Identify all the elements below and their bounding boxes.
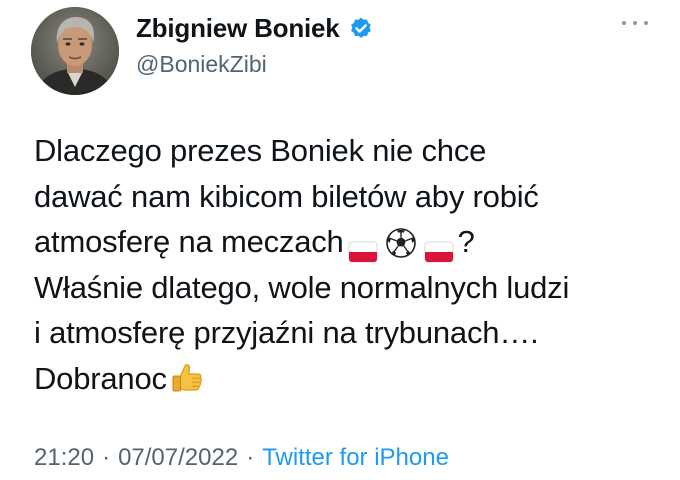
- tweet-line-text: i atmosferę przyjaźni na trybunach….: [34, 315, 539, 350]
- tweet-line-text: dawać nam kibicom biletów aby robić: [34, 178, 539, 214]
- author-name-row[interactable]: Zbigniew Boniek: [136, 13, 374, 44]
- verified-badge-icon: [348, 16, 374, 42]
- tweet-time[interactable]: 21:20: [34, 444, 94, 472]
- tweet-line-text: Dobranoc: [34, 360, 167, 396]
- meta-separator: ·: [102, 444, 111, 471]
- tweet-meta: 21:20 · 07/07/2022 · Twitter for iPhone: [34, 444, 449, 472]
- more-dot: [622, 21, 626, 25]
- poland-flag-emoji: [348, 231, 378, 263]
- tweet-line-text: Właśnie dlatego, wole normalnych ludzi: [34, 269, 570, 305]
- tweet-line: Dlaczego prezes Boniek nie chce: [34, 128, 674, 174]
- meta-separator: ·: [246, 444, 255, 471]
- tweet-line: dawać nam kibicom biletów aby robić: [34, 174, 674, 220]
- tweet-source-link[interactable]: Twitter for iPhone: [262, 444, 449, 472]
- tweet-line: Dobranoc: [34, 356, 674, 402]
- tweet-line: atmosferę na meczach ?: [34, 219, 674, 265]
- tweet-line-text: ?: [457, 224, 475, 259]
- tweet-text: Dlaczego prezes Boniek nie chce dawać na…: [34, 128, 674, 401]
- tweet-line-text: atmosferę na meczach: [34, 224, 344, 259]
- poland-flag-emoji: [424, 231, 454, 263]
- avatar[interactable]: [31, 7, 119, 95]
- tweet-line: i atmosferę przyjaźni na trybunach….: [34, 310, 674, 356]
- author-handle[interactable]: @BoniekZibi: [136, 51, 267, 78]
- more-dot: [633, 21, 637, 25]
- author-display-name[interactable]: Zbigniew Boniek: [136, 13, 340, 44]
- tweet-date[interactable]: 07/07/2022: [118, 444, 238, 472]
- thumbs-up-emoji: [169, 360, 205, 396]
- tweet-line: Właśnie dlatego, wole normalnych ludzi: [34, 265, 674, 311]
- more-dot: [644, 21, 648, 25]
- tweet-card: Zbigniew Boniek @BoniekZibi Dlaczego pre…: [0, 0, 680, 480]
- more-options-icon[interactable]: [622, 18, 648, 28]
- tweet-line-text: Dlaczego prezes Boniek nie chce: [34, 133, 487, 168]
- soccer-ball-emoji: [385, 226, 417, 258]
